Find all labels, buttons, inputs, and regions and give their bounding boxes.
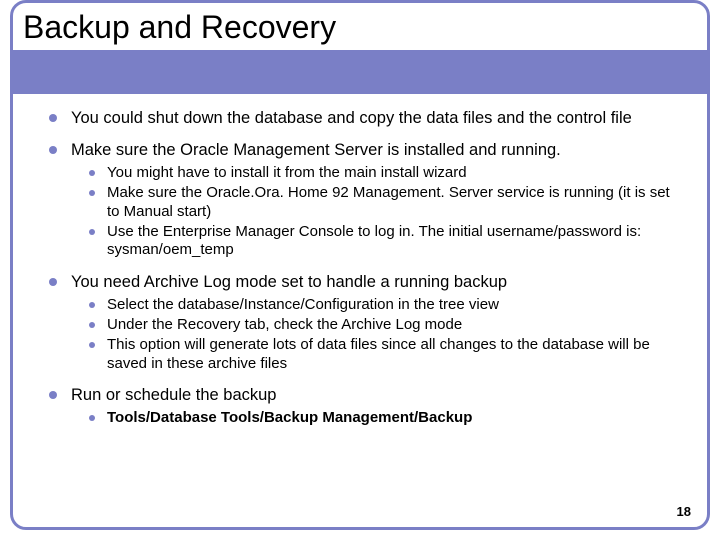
bullet-text: You could shut down the database and cop… [71, 108, 681, 128]
list-item: Select the database/Instance/Configurati… [89, 296, 681, 314]
sub-list: Select the database/Instance/Configurati… [89, 296, 681, 373]
sub-bullet-text: This option will generate lots of data f… [107, 336, 681, 373]
sub-bullet-text: Tools/Database Tools/Backup Management/B… [107, 409, 681, 427]
list-item: You might have to install it from the ma… [89, 164, 681, 182]
list-item: You need Archive Log mode set to handle … [49, 272, 681, 373]
bullet-text: You need Archive Log mode set to handle … [71, 272, 681, 292]
sub-bullet-text: Under the Recovery tab, check the Archiv… [107, 316, 681, 334]
slide-canvas: Backup and Recovery You could shut down … [0, 0, 720, 540]
sub-bullet-text: You might have to install it from the ma… [107, 164, 681, 182]
title-area: Backup and Recovery [13, 3, 707, 50]
title-band [13, 50, 707, 94]
sub-bullet-text: Select the database/Instance/Configurati… [107, 296, 681, 314]
bullet-text: Make sure the Oracle Management Server i… [71, 140, 681, 160]
slide-title: Backup and Recovery [23, 9, 707, 50]
sub-list: You might have to install it from the ma… [89, 164, 681, 259]
list-item: Make sure the Oracle.Ora. Home 92 Manage… [89, 184, 681, 221]
sub-bullet-text: Use the Enterprise Manager Console to lo… [107, 223, 681, 260]
list-item: You could shut down the database and cop… [49, 108, 681, 128]
sub-bullet-text: Make sure the Oracle.Ora. Home 92 Manage… [107, 184, 681, 221]
content-area: You could shut down the database and cop… [13, 94, 707, 427]
list-item: Use the Enterprise Manager Console to lo… [89, 223, 681, 260]
sub-list: Tools/Database Tools/Backup Management/B… [89, 409, 681, 427]
bullet-list: You could shut down the database and cop… [49, 108, 681, 427]
list-item: Tools/Database Tools/Backup Management/B… [89, 409, 681, 427]
list-item: Under the Recovery tab, check the Archiv… [89, 316, 681, 334]
list-item: Make sure the Oracle Management Server i… [49, 140, 681, 260]
slide-frame: Backup and Recovery You could shut down … [10, 0, 710, 530]
page-number: 18 [677, 504, 691, 519]
bullet-text: Run or schedule the backup [71, 385, 681, 405]
list-item: Run or schedule the backup Tools/Databas… [49, 385, 681, 427]
list-item: This option will generate lots of data f… [89, 336, 681, 373]
